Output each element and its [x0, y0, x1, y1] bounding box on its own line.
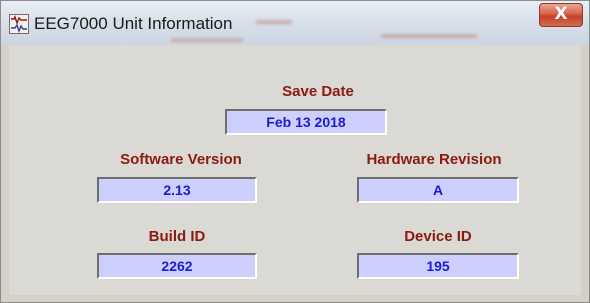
- build-id-label: Build ID: [148, 228, 206, 245]
- waveform-icon: [9, 14, 29, 34]
- dialog-content: Save Date Feb 13 2018 Software Version 2…: [9, 45, 581, 295]
- close-button[interactable]: X: [539, 3, 583, 27]
- save-date-label: Save Date: [282, 83, 354, 100]
- device-id-label: Device ID: [404, 228, 472, 245]
- hardware-revision-label: Hardware Revision: [366, 151, 502, 168]
- hardware-revision-field: A: [357, 177, 519, 203]
- software-version-label: Software Version: [120, 151, 242, 168]
- window-title: EEG7000 Unit Information: [34, 14, 233, 33]
- software-version-field: 2.13: [97, 177, 257, 203]
- background-blur: ▬▬▬▬▬▬▬▬: [381, 27, 477, 41]
- background-blur: ▬▬▬: [256, 13, 292, 27]
- save-date-field: Feb 13 2018: [225, 109, 387, 135]
- unit-information-window: ▬▬▬ ▬▬▬▬▬▬ ▬▬▬▬▬▬▬▬ EEG7000 Unit Informa…: [0, 0, 590, 303]
- title-bar[interactable]: ▬▬▬ ▬▬▬▬▬▬ ▬▬▬▬▬▬▬▬ EEG7000 Unit Informa…: [1, 1, 589, 45]
- close-icon: X: [554, 4, 568, 24]
- build-id-field: 2262: [97, 253, 257, 279]
- device-id-field: 195: [357, 253, 519, 279]
